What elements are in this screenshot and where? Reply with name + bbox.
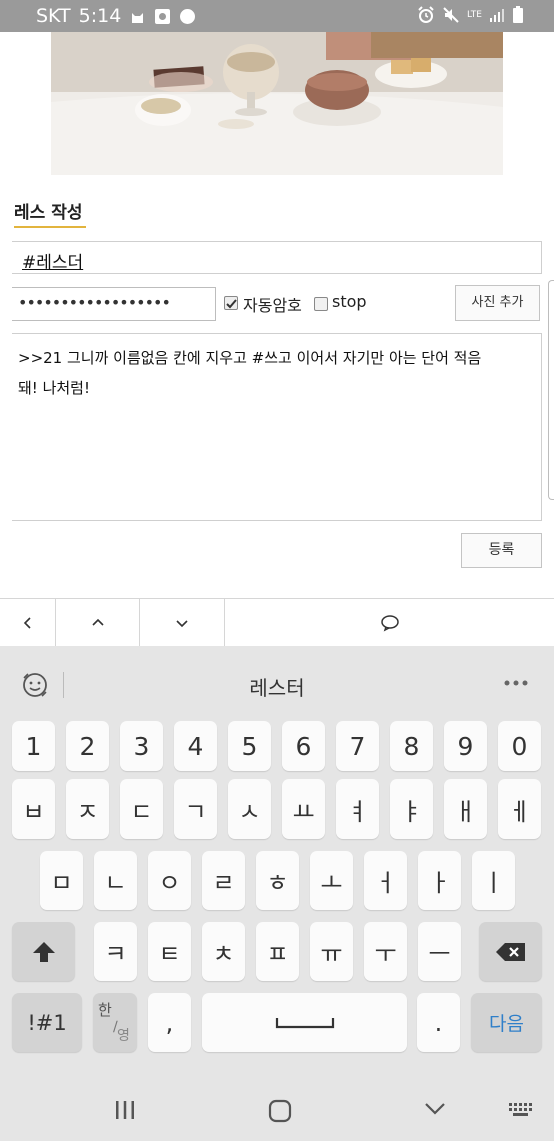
- jamo-row2-key-7[interactable]: ㅏ: [418, 851, 461, 910]
- section-title: 레스 작성: [14, 203, 83, 223]
- thread-nav-bar: [0, 598, 554, 646]
- jamo-row3-key-4[interactable]: ㅠ: [310, 922, 353, 981]
- header-photo: [51, 32, 503, 175]
- name-input[interactable]: #레스더: [12, 241, 542, 274]
- more-options-icon[interactable]: [504, 680, 528, 686]
- keyboard-suggestion-bar: 레스터: [0, 646, 554, 718]
- shift-key[interactable]: [12, 922, 75, 981]
- system-nav-bar: [0, 1080, 554, 1141]
- home-icon[interactable]: [268, 1099, 292, 1123]
- jamo-row2-key-1[interactable]: ㄴ: [94, 851, 137, 910]
- jamo-row2-key-5[interactable]: ㅗ: [310, 851, 353, 910]
- number-key-5[interactable]: 6: [282, 721, 325, 771]
- content-textarea[interactable]: >>21 그니까 이름없음 칸에 지우고 #쓰고 이어서 자기만 아는 단어 적…: [12, 333, 542, 521]
- language-hangul-label: 한: [98, 1001, 112, 1019]
- keyboard: 레스터 1234567890 ㅂㅈㄷㄱㅅㅛㅕㅑㅐㅔ ㅁㄴㅇㄹㅎㅗㅓㅏㅣ ㅋㅌㅊㅍ…: [0, 646, 554, 1141]
- jamo-row3-key-2[interactable]: ㅊ: [202, 922, 245, 981]
- jamo-row1-key-9[interactable]: ㅔ: [498, 779, 541, 839]
- auto-password-checkbox[interactable]: [224, 296, 238, 310]
- carrier-label: SKT: [36, 5, 71, 27]
- cat-notification-icon: [132, 12, 144, 23]
- jamo-row1-key-3[interactable]: ㄱ: [174, 779, 217, 839]
- number-key-1[interactable]: 2: [66, 721, 109, 771]
- content-line-2: 돼! 나처럼!: [18, 379, 90, 397]
- circle-notification-icon: [180, 8, 196, 24]
- language-key[interactable]: 한 ∕ 영: [93, 993, 137, 1052]
- next-key[interactable]: 다음: [471, 993, 542, 1052]
- auto-password-label[interactable]: 자동암호: [243, 292, 302, 316]
- back-button[interactable]: [0, 599, 56, 646]
- recents-icon[interactable]: [114, 1100, 136, 1120]
- number-key-7[interactable]: 8: [390, 721, 433, 771]
- content-line-1: >>21 그니까 이름없음 칸에 지우고 #쓰고 이어서 자기만 아는 단어 적…: [18, 349, 482, 367]
- scroll-up-button[interactable]: [56, 599, 140, 646]
- signal-icon: [490, 9, 504, 22]
- back-icon: [23, 616, 31, 629]
- space-icon: [275, 1017, 334, 1028]
- word-suggestion[interactable]: 레스터: [0, 672, 554, 701]
- number-key-8[interactable]: 9: [444, 721, 487, 771]
- jamo-row1-key-4[interactable]: ㅅ: [228, 779, 271, 839]
- alarm-icon: [418, 6, 434, 23]
- space-key[interactable]: [202, 993, 407, 1052]
- network-type: LTE: [467, 9, 482, 20]
- jamo-row3-key-1[interactable]: ㅌ: [148, 922, 191, 981]
- jamo-row2-key-0[interactable]: ㅁ: [40, 851, 83, 910]
- jamo-row2-key-8[interactable]: ㅣ: [472, 851, 515, 910]
- jamo-row1-key-5[interactable]: ㅛ: [282, 779, 325, 839]
- jamo-row1-key-7[interactable]: ㅑ: [390, 779, 433, 839]
- add-photo-button[interactable]: 사진 추가: [455, 285, 540, 321]
- jamo-row1-key-2[interactable]: ㄷ: [120, 779, 163, 839]
- hide-keyboard-icon[interactable]: [424, 1102, 446, 1116]
- battery-icon: [513, 6, 523, 23]
- comment-button[interactable]: [225, 599, 554, 646]
- checkmark-icon: [226, 299, 237, 309]
- app-notification-icon: [155, 8, 171, 24]
- backspace-key[interactable]: [479, 922, 542, 981]
- jamo-row2-key-6[interactable]: ㅓ: [364, 851, 407, 910]
- number-key-4[interactable]: 5: [228, 721, 271, 771]
- number-key-9[interactable]: 0: [498, 721, 541, 771]
- jamo-row1-key-1[interactable]: ㅈ: [66, 779, 109, 839]
- password-input[interactable]: ••••••••••••••••••: [12, 287, 216, 321]
- clock: 5:14: [78, 5, 122, 27]
- status-left: SKT 5:14: [36, 5, 196, 27]
- jamo-row3-key-3[interactable]: ㅍ: [256, 922, 299, 981]
- comma-key[interactable]: ,: [148, 993, 191, 1052]
- status-bar: SKT 5:14 LTE: [0, 0, 554, 32]
- shift-icon: [32, 941, 55, 962]
- status-right: LTE: [417, 6, 524, 24]
- submit-button[interactable]: 등록: [461, 533, 542, 568]
- number-key-3[interactable]: 4: [174, 721, 217, 771]
- comment-icon: [380, 614, 399, 631]
- number-key-6[interactable]: 7: [336, 721, 379, 771]
- scroll-handle[interactable]: [548, 280, 554, 500]
- keyboard-switch-icon[interactable]: [508, 1102, 534, 1118]
- period-key[interactable]: .: [417, 993, 460, 1052]
- jamo-row2-key-3[interactable]: ㄹ: [202, 851, 245, 910]
- stop-checkbox[interactable]: [314, 297, 328, 311]
- symbols-key[interactable]: !#1: [12, 993, 82, 1052]
- jamo-row2-key-2[interactable]: ㅇ: [148, 851, 191, 910]
- language-english-label: 영: [117, 1028, 130, 1044]
- jamo-row1-key-0[interactable]: ㅂ: [12, 779, 55, 839]
- backspace-icon: [495, 942, 525, 961]
- jamo-row3-key-6[interactable]: ㅡ: [418, 922, 461, 981]
- number-key-2[interactable]: 3: [120, 721, 163, 771]
- stop-label[interactable]: stop: [332, 292, 367, 311]
- jamo-row3-key-5[interactable]: ㅜ: [364, 922, 407, 981]
- jamo-row3-key-0[interactable]: ㅋ: [94, 922, 137, 981]
- number-key-0[interactable]: 1: [12, 721, 55, 771]
- scroll-down-button[interactable]: [140, 599, 225, 646]
- jamo-row2-key-4[interactable]: ㅎ: [256, 851, 299, 910]
- dessert-table-image: [51, 32, 503, 175]
- chevron-up-icon: [91, 618, 104, 626]
- mute-icon: [443, 7, 459, 23]
- jamo-row1-key-8[interactable]: ㅐ: [444, 779, 487, 839]
- name-value: #레스더: [22, 253, 84, 273]
- chevron-down-icon: [176, 619, 188, 627]
- jamo-row1-key-6[interactable]: ㅕ: [336, 779, 379, 839]
- section-title-underline: [14, 226, 86, 228]
